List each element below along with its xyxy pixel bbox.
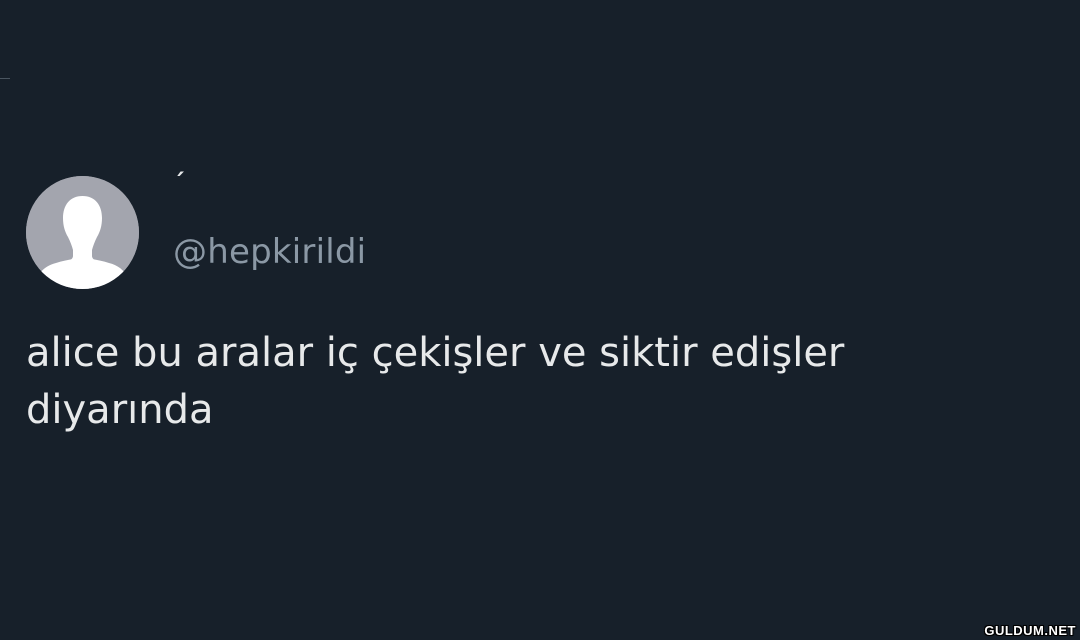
user-names: ´ @hepkirildi	[173, 169, 773, 289]
watermark: GULDUM.NET	[984, 623, 1076, 638]
display-name[interactable]: ´	[173, 168, 185, 198]
user-handle[interactable]: @hepkirildi	[173, 232, 366, 272]
default-profile-silhouette-icon	[26, 176, 139, 289]
avatar[interactable]	[26, 176, 139, 289]
tweet-screenshot: ´ @hepkirildi alice bu aralar iç çekişle…	[0, 0, 1080, 640]
tweet-header: ´ @hepkirildi	[26, 169, 1056, 289]
tweet-card: ´ @hepkirildi alice bu aralar iç çekişle…	[26, 169, 1056, 439]
divider	[0, 78, 10, 79]
tweet-text: alice bu aralar iç çekişler ve siktir ed…	[26, 330, 845, 433]
